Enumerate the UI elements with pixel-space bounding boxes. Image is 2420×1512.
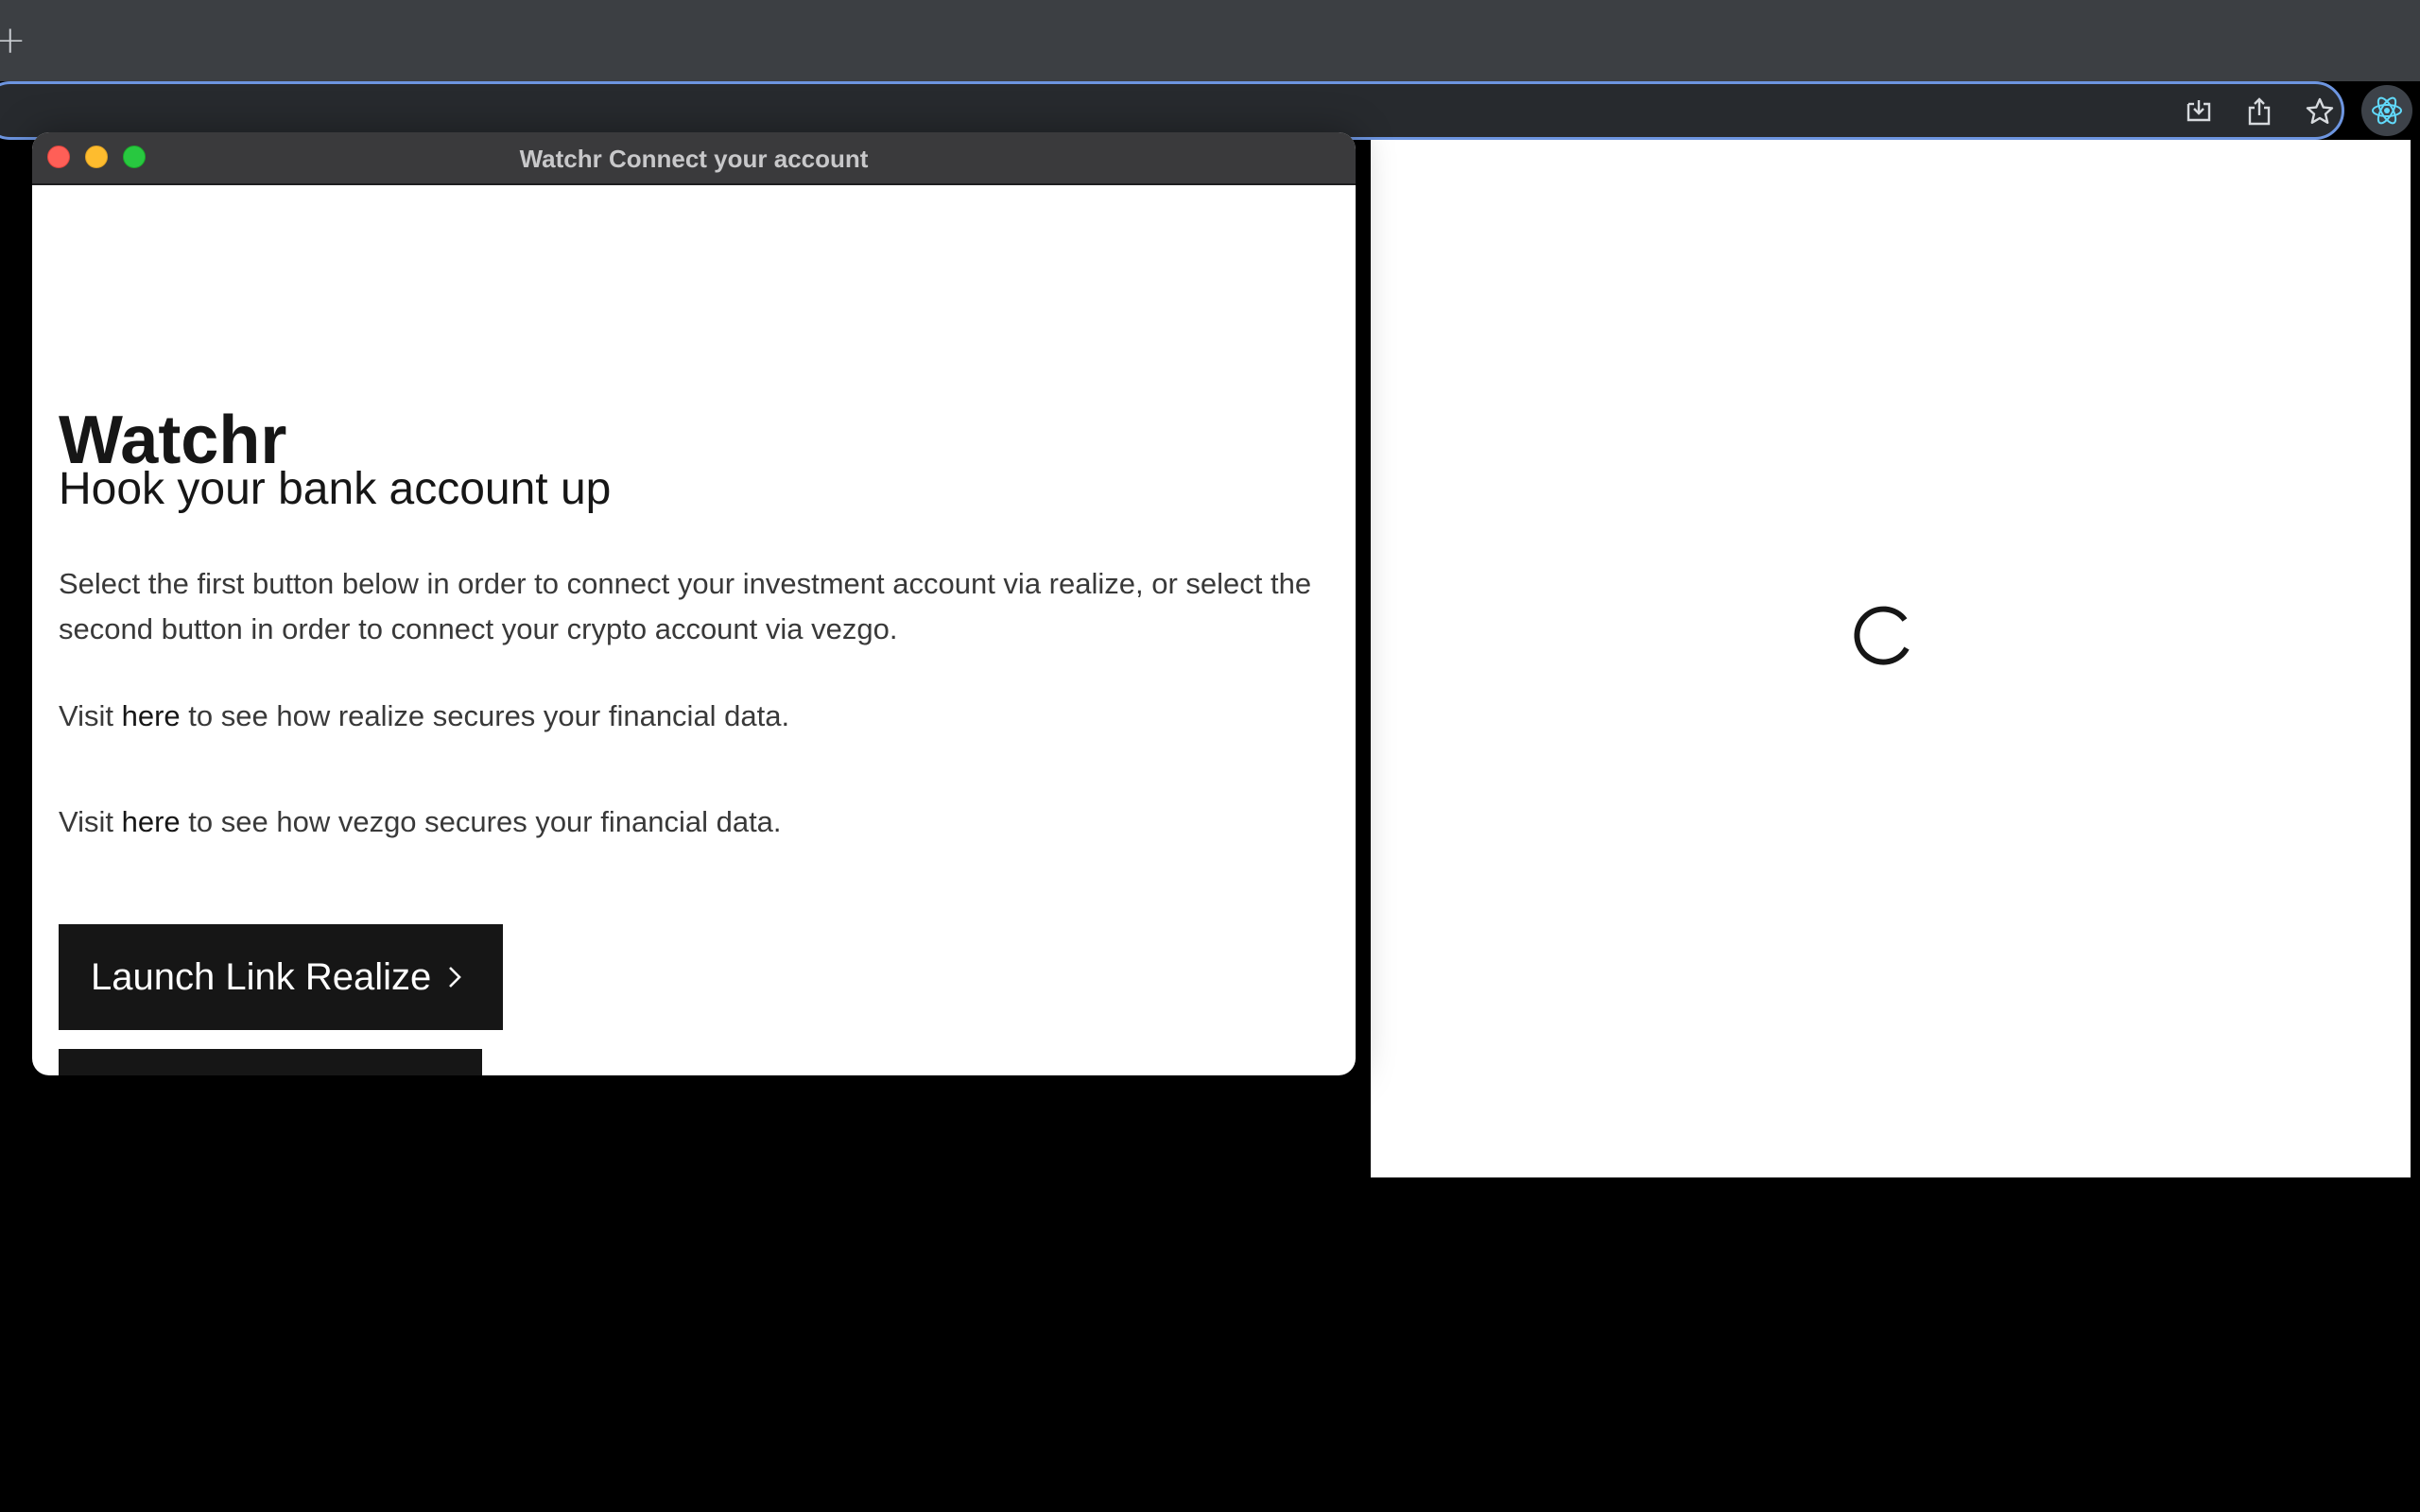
toolbar-actions [2182,91,2337,132]
vezgo-note-prefix: Visit [59,805,122,838]
close-window-button[interactable] [47,146,70,168]
browser-tabstrip: + [0,0,2420,81]
popup-window: Watchr Connect your account Watchr Hook … [32,132,1356,1075]
vezgo-security-note: Visit here to see how vezgo secures your… [59,799,1316,845]
address-bar[interactable] [0,81,2344,140]
new-tab-button[interactable]: + [0,17,26,64]
loading-spinner-icon [1854,606,1910,665]
react-icon [2372,96,2402,125]
realize-security-link[interactable]: here [122,699,181,732]
page-subtitle: Hook your bank account up [59,464,612,514]
minimize-window-button[interactable] [85,146,108,168]
intro-text: Select the first button below in order t… [59,567,1312,645]
bookmark-star-icon[interactable] [2303,94,2337,129]
share-icon[interactable] [2242,94,2276,129]
launch-link-realize-label: Launch Link Realize [91,955,432,998]
realize-note-suffix: to see how realize secures your financia… [180,699,790,732]
download-icon[interactable] [2182,94,2216,129]
window-title: Watchr Connect your account [519,145,869,173]
window-titlebar: Watchr Connect your account [32,132,1356,185]
chevron-right-icon [449,967,462,988]
vezgo-security-link[interactable]: here [122,805,181,838]
react-devtools-extension-button[interactable] [2361,85,2412,136]
vezgo-note-suffix: to see how vezgo secures your financial … [180,805,782,838]
launch-link-vezgo-button[interactable] [59,1049,482,1075]
page-content [1371,140,2411,1177]
realize-note-prefix: Visit [59,699,122,732]
maximize-window-button[interactable] [123,146,146,168]
realize-security-note: Visit here to see how realize secures yo… [59,694,1316,739]
launch-link-realize-button[interactable]: Launch Link Realize [59,924,503,1030]
